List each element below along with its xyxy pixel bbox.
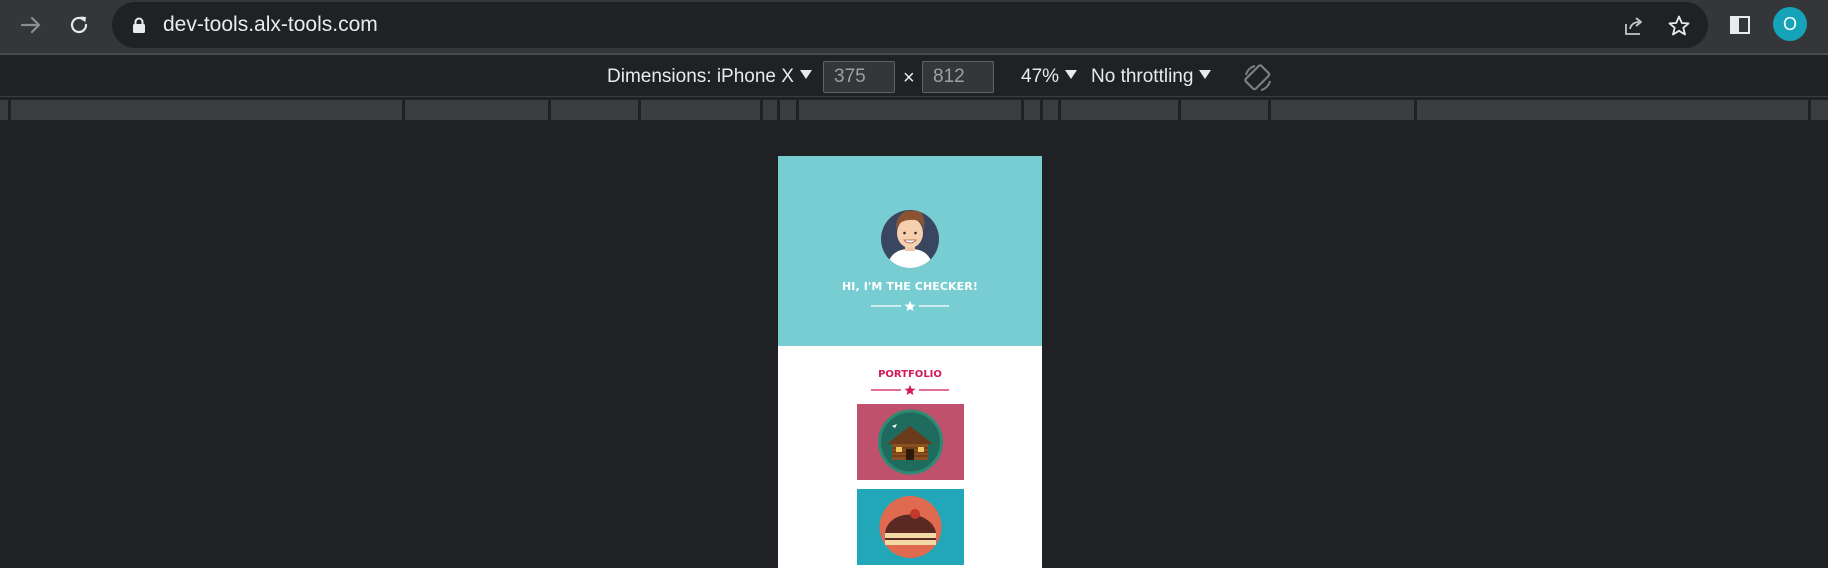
media-query-bar[interactable]	[799, 100, 1021, 120]
media-query-bar[interactable]	[1061, 100, 1178, 120]
cake-icon	[857, 489, 964, 565]
dimensions-dropdown[interactable]: Dimensions: iPhone X	[607, 57, 812, 97]
checker-avatar-icon	[881, 210, 939, 268]
browser-toolbar: dev-tools.alx-tools.com O	[0, 0, 1828, 55]
media-query-bar[interactable]	[641, 100, 760, 120]
height-input[interactable]: 812	[922, 61, 994, 93]
hero-section: HI, I'M THE CHECKER!	[778, 156, 1042, 346]
caret-down-icon	[1065, 70, 1078, 79]
media-query-bar[interactable]	[1417, 100, 1808, 120]
star-icon	[904, 301, 916, 311]
portfolio-divider	[871, 385, 949, 395]
media-query-bar[interactable]	[405, 100, 548, 120]
zoom-label: 47%	[1021, 66, 1060, 87]
side-panel-button[interactable]	[1725, 10, 1755, 40]
media-query-bar[interactable]	[1024, 100, 1040, 120]
dimensions-label: Dimensions: iPhone X	[607, 66, 794, 87]
share-icon[interactable]	[1622, 14, 1646, 38]
media-query-bar[interactable]	[780, 100, 796, 120]
star-icon	[904, 385, 916, 395]
media-query-ruler	[0, 98, 1828, 122]
media-query-bar[interactable]	[551, 100, 638, 120]
portfolio-title: PORTFOLIO	[878, 369, 942, 380]
media-query-bar[interactable]	[1181, 100, 1268, 120]
reload-button[interactable]	[58, 8, 100, 42]
url-text: dev-tools.alx-tools.com	[163, 13, 378, 36]
lock-icon	[133, 17, 145, 33]
caret-down-icon	[799, 70, 812, 79]
address-bar[interactable]: dev-tools.alx-tools.com	[112, 2, 1708, 48]
forward-icon	[20, 16, 41, 34]
media-query-bar[interactable]	[0, 100, 8, 120]
portfolio-item-cabin[interactable]	[857, 404, 964, 480]
media-query-bar[interactable]	[1811, 100, 1828, 120]
side-panel-icon	[1730, 16, 1750, 34]
hero-title: HI, I'M THE CHECKER!	[842, 280, 978, 293]
hero-divider	[871, 301, 949, 311]
device-viewport: HI, I'M THE CHECKER! PORTFOLIO	[778, 156, 1042, 568]
media-query-bar[interactable]	[11, 100, 402, 120]
bookmark-star-icon[interactable]	[1667, 14, 1691, 38]
media-query-bar[interactable]	[1271, 100, 1414, 120]
dimension-separator: ×	[903, 67, 915, 89]
forward-button[interactable]	[10, 8, 52, 42]
media-query-bar[interactable]	[1043, 100, 1058, 120]
throttling-label: No throttling	[1091, 66, 1194, 87]
device-toolbar: Dimensions: iPhone X 375 × 812 47% No th…	[0, 57, 1828, 97]
profile-avatar[interactable]: O	[1773, 7, 1807, 41]
portfolio-item-cake[interactable]	[857, 489, 964, 565]
caret-down-icon	[1199, 70, 1212, 79]
width-input[interactable]: 375	[823, 61, 895, 93]
media-query-bar[interactable]	[763, 100, 777, 120]
reload-icon	[70, 16, 88, 34]
rotate-icon[interactable]	[1241, 61, 1275, 95]
throttling-dropdown[interactable]: No throttling	[1091, 57, 1212, 97]
zoom-dropdown[interactable]: 47%	[1021, 57, 1078, 97]
cabin-icon	[857, 404, 964, 480]
